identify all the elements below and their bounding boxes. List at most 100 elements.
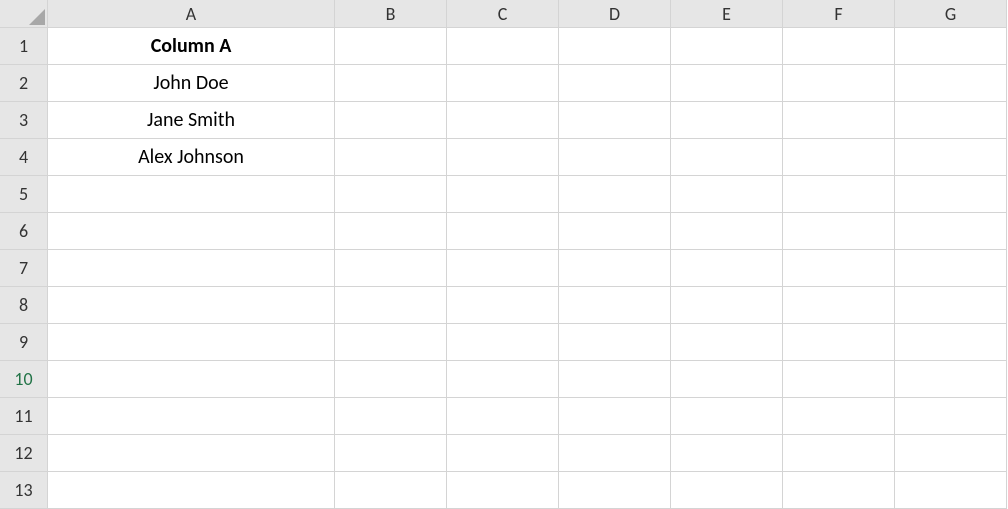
- cell-A12[interactable]: [48, 435, 335, 472]
- row-header-8[interactable]: 8: [0, 287, 48, 324]
- cell-D6[interactable]: [559, 213, 671, 250]
- cell-C9[interactable]: [447, 324, 559, 361]
- cell-G11[interactable]: [895, 398, 1007, 435]
- cell-C7[interactable]: [447, 250, 559, 287]
- col-header-D[interactable]: D: [559, 0, 671, 28]
- row-header-13[interactable]: 13: [0, 472, 48, 509]
- cell-G1[interactable]: [895, 28, 1007, 65]
- cell-B13[interactable]: [335, 472, 447, 509]
- cell-A3[interactable]: Jane Smith: [48, 102, 335, 139]
- cell-E4[interactable]: [671, 139, 783, 176]
- cell-A11[interactable]: [48, 398, 335, 435]
- cell-E9[interactable]: [671, 324, 783, 361]
- cell-G5[interactable]: [895, 176, 1007, 213]
- cell-A2[interactable]: John Doe: [48, 65, 335, 102]
- cell-D12[interactable]: [559, 435, 671, 472]
- row-header-4[interactable]: 4: [0, 139, 48, 176]
- cell-A5[interactable]: [48, 176, 335, 213]
- cell-E13[interactable]: [671, 472, 783, 509]
- cell-E11[interactable]: [671, 398, 783, 435]
- col-header-A[interactable]: A: [48, 0, 335, 28]
- cell-B1[interactable]: [335, 28, 447, 65]
- cell-C4[interactable]: [447, 139, 559, 176]
- cell-C10[interactable]: [447, 361, 559, 398]
- cell-B10[interactable]: [335, 361, 447, 398]
- cell-D1[interactable]: [559, 28, 671, 65]
- row-header-6[interactable]: 6: [0, 213, 48, 250]
- cell-F9[interactable]: [783, 324, 895, 361]
- cell-C6[interactable]: [447, 213, 559, 250]
- cell-G8[interactable]: [895, 287, 1007, 324]
- cell-B7[interactable]: [335, 250, 447, 287]
- col-header-G[interactable]: G: [895, 0, 1007, 28]
- cell-C2[interactable]: [447, 65, 559, 102]
- row-header-9[interactable]: 9: [0, 324, 48, 361]
- cell-E12[interactable]: [671, 435, 783, 472]
- cell-B3[interactable]: [335, 102, 447, 139]
- cell-C1[interactable]: [447, 28, 559, 65]
- cell-A13[interactable]: [48, 472, 335, 509]
- cell-A7[interactable]: [48, 250, 335, 287]
- cell-B8[interactable]: [335, 287, 447, 324]
- cell-E8[interactable]: [671, 287, 783, 324]
- cell-E10[interactable]: [671, 361, 783, 398]
- row-header-7[interactable]: 7: [0, 250, 48, 287]
- cell-F1[interactable]: [783, 28, 895, 65]
- col-header-B[interactable]: B: [335, 0, 447, 28]
- cell-G6[interactable]: [895, 213, 1007, 250]
- cell-G3[interactable]: [895, 102, 1007, 139]
- cell-B2[interactable]: [335, 65, 447, 102]
- cell-D10[interactable]: [559, 361, 671, 398]
- row-header-2[interactable]: 2: [0, 65, 48, 102]
- row-header-5[interactable]: 5: [0, 176, 48, 213]
- cell-C11[interactable]: [447, 398, 559, 435]
- row-header-12[interactable]: 12: [0, 435, 48, 472]
- cell-F13[interactable]: [783, 472, 895, 509]
- cell-C13[interactable]: [447, 472, 559, 509]
- cell-A9[interactable]: [48, 324, 335, 361]
- cell-A1[interactable]: Column A: [48, 28, 335, 65]
- cell-G13[interactable]: [895, 472, 1007, 509]
- cell-A6[interactable]: [48, 213, 335, 250]
- cell-C12[interactable]: [447, 435, 559, 472]
- cell-G9[interactable]: [895, 324, 1007, 361]
- cell-F8[interactable]: [783, 287, 895, 324]
- col-header-C[interactable]: C: [447, 0, 559, 28]
- row-header-11[interactable]: 11: [0, 398, 48, 435]
- cell-E2[interactable]: [671, 65, 783, 102]
- cell-G12[interactable]: [895, 435, 1007, 472]
- cell-A8[interactable]: [48, 287, 335, 324]
- cell-D11[interactable]: [559, 398, 671, 435]
- row-header-10[interactable]: 10: [0, 361, 48, 398]
- col-header-E[interactable]: E: [671, 0, 783, 28]
- cell-E5[interactable]: [671, 176, 783, 213]
- cell-F6[interactable]: [783, 213, 895, 250]
- cell-E1[interactable]: [671, 28, 783, 65]
- cell-B5[interactable]: [335, 176, 447, 213]
- cell-B11[interactable]: [335, 398, 447, 435]
- cell-F12[interactable]: [783, 435, 895, 472]
- cell-G2[interactable]: [895, 65, 1007, 102]
- cell-E6[interactable]: [671, 213, 783, 250]
- row-header-3[interactable]: 3: [0, 102, 48, 139]
- cell-G10[interactable]: [895, 361, 1007, 398]
- cell-D2[interactable]: [559, 65, 671, 102]
- cell-F11[interactable]: [783, 398, 895, 435]
- cell-D8[interactable]: [559, 287, 671, 324]
- row-header-1[interactable]: 1: [0, 28, 48, 65]
- cell-C8[interactable]: [447, 287, 559, 324]
- cell-D13[interactable]: [559, 472, 671, 509]
- cell-G4[interactable]: [895, 139, 1007, 176]
- col-header-F[interactable]: F: [783, 0, 895, 28]
- cell-F7[interactable]: [783, 250, 895, 287]
- cell-A10[interactable]: [48, 361, 335, 398]
- cell-F4[interactable]: [783, 139, 895, 176]
- cell-A4[interactable]: Alex Johnson: [48, 139, 335, 176]
- cell-C3[interactable]: [447, 102, 559, 139]
- cell-B12[interactable]: [335, 435, 447, 472]
- cell-D7[interactable]: [559, 250, 671, 287]
- cell-E3[interactable]: [671, 102, 783, 139]
- cell-D3[interactable]: [559, 102, 671, 139]
- cell-G7[interactable]: [895, 250, 1007, 287]
- cell-B6[interactable]: [335, 213, 447, 250]
